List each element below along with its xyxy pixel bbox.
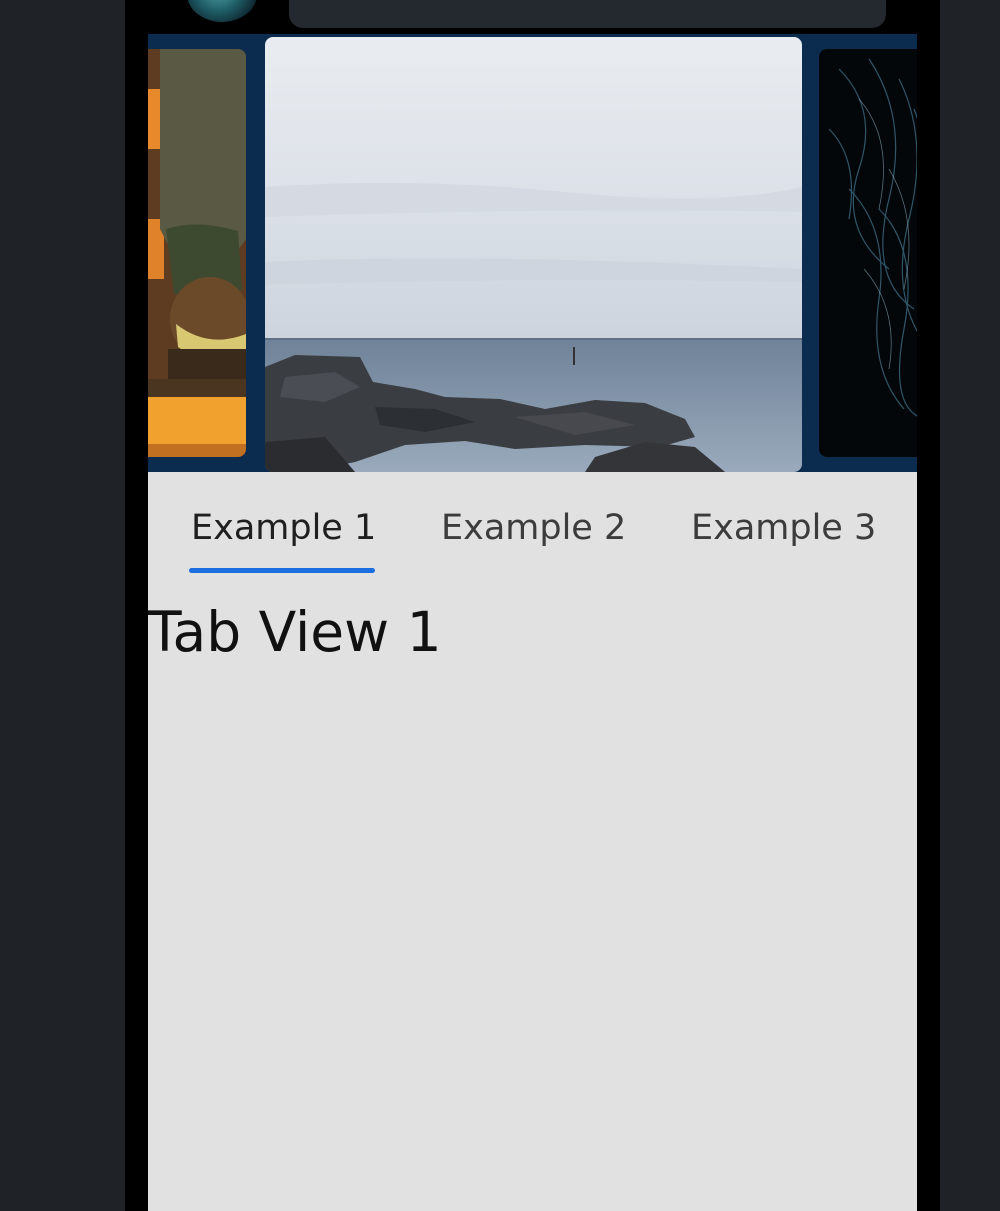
rocky-coast-image (265, 37, 802, 472)
carousel-item-stairs-photo[interactable] (148, 49, 246, 457)
carousel-item-rocky-coast-photo[interactable] (265, 37, 802, 472)
tab-example-2[interactable]: Example 2 (441, 508, 626, 548)
app-window: Example 1 Example 2 Example 3 Tab View 1 (125, 0, 940, 1211)
stairs-image (148, 49, 246, 457)
image-carousel[interactable] (148, 34, 917, 472)
left-gutter (0, 0, 125, 1211)
tab-example-3[interactable]: Example 3 (691, 508, 876, 548)
tab-example-1[interactable]: Example 1 (191, 508, 376, 548)
active-tab-indicator (189, 568, 375, 573)
right-gutter (940, 0, 1000, 1211)
carousel-item-dark-abstract-photo[interactable] (819, 49, 917, 457)
avatar[interactable] (187, 0, 257, 22)
tab-strip: Example 1 Example 2 Example 3 (148, 472, 917, 577)
tab-content-area: Example 1 Example 2 Example 3 Tab View 1 (148, 472, 917, 1211)
dark-abstract-image (819, 49, 917, 457)
top-bar[interactable] (289, 0, 886, 28)
tab-view-title: Tab View 1 (148, 600, 442, 664)
